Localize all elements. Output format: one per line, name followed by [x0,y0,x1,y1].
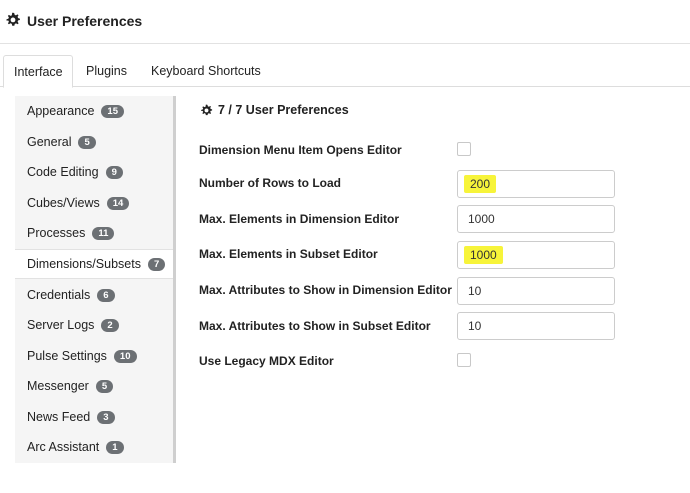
max-attributes-dimension-editor-input[interactable]: 10 [457,277,615,305]
count-badge: 6 [97,288,115,302]
sidebar-item-appearance[interactable]: Appearance 15 [15,96,173,126]
count-badge: 1 [106,440,124,454]
rows-to-load-input[interactable]: 200 [457,170,615,198]
count-badge: 9 [105,165,123,179]
tab-plugins[interactable]: Plugins [76,55,137,87]
count-badge: 14 [106,196,130,210]
sidebar-item-arc-assistant[interactable]: Arc Assistant 1 [15,432,173,462]
sidebar-item-label: Pulse Settings [27,349,107,363]
tab-interface[interactable]: Interface [3,55,73,88]
count-badge: 10 [113,349,137,363]
sidebar-item-label: General [27,135,72,149]
sidebar-item-label: Dimensions/Subsets [27,257,141,271]
count-badge: 5 [78,135,96,149]
sidebar-item-label: Code Editing [27,165,99,179]
sidebar-item-label: Processes [27,226,86,240]
sidebar-item-dimensions-subsets[interactable]: Dimensions/Subsets 7 [15,249,173,279]
sidebar-item-processes[interactable]: Processes 11 [15,218,173,248]
sidebar-item-code-editing[interactable]: Code Editing 9 [15,157,173,187]
sidebar-item-general[interactable]: General 5 [15,127,173,157]
count-badge: 5 [95,379,114,393]
input-value: 1000 [468,212,495,226]
input-value: 10 [468,284,482,298]
sidebar-item-label: News Feed [27,410,91,424]
tab-bar: Interface Plugins Keyboard Shortcuts [0,55,690,88]
sidebar-item-label: Credentials [27,288,91,302]
setting-label-rows-to-load: Number of Rows to Load [199,176,341,190]
setting-label-max-attributes-subset-editor: Max. Attributes to Show in Subset Editor [199,319,431,333]
setting-label-max-attributes-dimension-editor: Max. Attributes to Show in Dimension Edi… [199,283,452,297]
setting-label-max-elements-subset-editor: Max. Elements in Subset Editor [199,247,378,261]
sidebar-item-label: Arc Assistant [27,440,100,454]
page-title: User Preferences [27,13,143,29]
count-badge: 3 [97,410,115,424]
section-title: 7 / 7 User Preferences [200,103,349,117]
sidebar-item-news-feed[interactable]: News Feed 3 [15,402,173,432]
dimension-menu-opens-editor-checkbox[interactable] [457,142,471,156]
sidebar-item-label: Appearance [27,104,95,118]
tab-keyboard-shortcuts[interactable]: Keyboard Shortcuts [141,55,271,87]
count-badge: 11 [92,226,115,240]
max-attributes-subset-editor-input[interactable]: 10 [457,312,615,340]
preferences-sidebar: Appearance 15 General 5 Code Editing 9 C… [15,96,176,463]
max-elements-subset-editor-input[interactable]: 1000 [457,241,615,269]
gear-icon [6,12,20,26]
section-title-text: 7 / 7 User Preferences [218,103,349,117]
setting-label-use-legacy-mdx-editor: Use Legacy MDX Editor [199,354,334,368]
page-header: User Preferences [0,0,690,44]
max-elements-dimension-editor-input[interactable]: 1000 [457,205,615,233]
sidebar-item-messenger[interactable]: Messenger 5 [15,371,173,401]
sidebar-item-server-logs[interactable]: Server Logs 2 [15,310,173,340]
highlighted-value: 200 [464,175,497,193]
input-value: 10 [468,319,482,333]
gear-icon [201,104,213,115]
sidebar-item-label: Messenger [27,379,89,393]
sidebar-item-credentials[interactable]: Credentials 6 [15,280,173,310]
use-legacy-mdx-editor-checkbox[interactable] [457,353,471,367]
count-badge: 2 [101,318,119,332]
sidebar-item-pulse-settings[interactable]: Pulse Settings 10 [15,341,173,371]
count-badge: 15 [101,104,124,118]
highlighted-value: 1000 [464,246,503,264]
count-badge: 7 [147,257,166,271]
sidebar-item-cubes-views[interactable]: Cubes/Views 14 [15,188,173,218]
setting-label-max-elements-dimension-editor: Max. Elements in Dimension Editor [199,212,400,226]
sidebar-item-label: Server Logs [27,318,95,332]
setting-label-dimension-menu-opens-editor: Dimension Menu Item Opens Editor [199,143,402,157]
sidebar-item-label: Cubes/Views [27,196,100,210]
